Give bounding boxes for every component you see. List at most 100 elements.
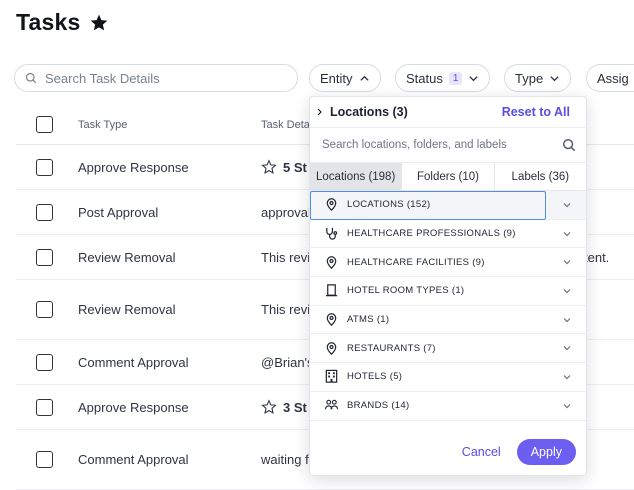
dropdown-item-label: RESTAURANTS (7)	[347, 342, 436, 354]
chevron-down-icon[interactable]	[562, 372, 572, 382]
dropdown-item-hotels[interactable]: HOTELS (5)	[310, 363, 586, 392]
row-checkbox[interactable]	[36, 451, 53, 468]
entity-filter-label: Entity	[320, 70, 353, 86]
pin-icon	[324, 255, 339, 270]
search-icon	[562, 138, 576, 152]
search-task-input[interactable]	[45, 70, 285, 86]
assignee-filter-label: Assig	[597, 70, 629, 86]
task-type-cell: Comment Approval	[78, 354, 189, 370]
dropdown-item-label: LOCATIONS (152)	[347, 199, 431, 211]
task-detail-cell: waiting f	[261, 452, 309, 467]
row-checkbox[interactable]	[36, 158, 53, 176]
building-icon	[324, 369, 339, 384]
chevron-down-icon[interactable]	[562, 257, 572, 267]
dropdown-item-atms[interactable]: ATMS (1)	[310, 306, 586, 335]
task-detail-text: This revi	[261, 302, 311, 317]
dropdown-search[interactable]	[310, 127, 586, 163]
task-detail-text: approval	[261, 204, 311, 220]
dropdown-item-healthcare-professionals[interactable]: HEALTHCARE PROFESSIONALS (9)	[310, 220, 586, 249]
dropdown-list: LOCATIONS (152) HEALTHCARE PROFESSIONALS …	[310, 191, 586, 421]
pin-icon	[324, 341, 339, 356]
task-detail-cell: 5 St	[261, 159, 307, 175]
task-detail-text: waiting f	[261, 452, 309, 467]
chevron-down-icon[interactable]	[562, 229, 572, 239]
tab-folders[interactable]: Folders (10)	[402, 163, 495, 190]
task-type-cell: Approve Response	[78, 159, 189, 175]
task-detail-text: @Brian's	[261, 354, 314, 370]
breadcrumb[interactable]: Locations (3)	[316, 105, 408, 119]
breadcrumb-label: Locations (3)	[330, 105, 408, 119]
cancel-button[interactable]: Cancel	[456, 445, 507, 459]
dropdown-item-locations[interactable]: LOCATIONS (152)	[310, 191, 586, 220]
tab-locations[interactable]: Locations (198)	[310, 163, 403, 190]
task-detail-cell: 3 St	[261, 399, 307, 415]
dropdown-item-label: BRANDS (14)	[347, 400, 410, 412]
dropdown-item-label: HEALTHCARE PROFESSIONALS (9)	[347, 228, 516, 240]
header-task-details: Task Deta	[261, 118, 310, 131]
dropdown-item-label: HOTELS (5)	[347, 371, 403, 383]
status-filter-label: Status	[406, 70, 443, 86]
pin-icon	[324, 312, 339, 327]
type-filter-label: Type	[515, 70, 544, 86]
task-detail-cell: approval	[261, 205, 311, 220]
task-type-cell: Approve Response	[78, 399, 189, 415]
row-checkbox[interactable]	[36, 353, 53, 371]
chevron-down-icon[interactable]	[562, 286, 572, 296]
dropdown-item-label: HOTEL ROOM TYPES (1)	[347, 285, 465, 297]
row-checkbox[interactable]	[36, 398, 53, 416]
dropdown-item-hotel-room-types[interactable]: HOTEL ROOM TYPES (1)	[310, 277, 586, 306]
header-task-type: Task Type	[78, 118, 128, 131]
task-detail-cell: This revi	[261, 250, 310, 265]
dropdown-tabs: Locations (198) Folders (10) Labels (36)	[310, 163, 586, 191]
chevron-up-icon	[359, 75, 369, 81]
dropdown-header: Locations (3) Reset to All	[310, 97, 586, 127]
entity-filter[interactable]: Entity	[309, 64, 381, 92]
search-icon	[25, 72, 37, 84]
task-detail-cell: @Brian's	[261, 355, 314, 370]
chevron-down-icon[interactable]	[562, 343, 572, 353]
apply-button[interactable]: Apply	[516, 439, 576, 465]
star-outline-icon	[261, 399, 277, 414]
door-icon	[324, 283, 339, 298]
people-icon	[324, 398, 339, 413]
page-title: Tasks	[16, 9, 109, 36]
dropdown-item-label: HEALTHCARE FACILITIES (9)	[347, 256, 485, 268]
assignee-filter[interactable]: Assig	[586, 64, 634, 92]
dropdown-search-input[interactable]	[322, 139, 542, 151]
task-detail-text: This revi	[261, 249, 311, 265]
dropdown-footer: Cancel Apply	[310, 429, 586, 475]
select-all-checkbox[interactable]	[36, 116, 53, 133]
status-count-badge: 1	[448, 71, 463, 85]
chevron-down-icon	[550, 75, 559, 81]
dropdown-item-label: ATMS (1)	[347, 314, 390, 326]
chevron-right-icon	[317, 108, 322, 116]
task-detail-overflow-text: tent.	[584, 249, 610, 265]
task-type-cell: Post Approval	[78, 204, 159, 220]
dropdown-item-restaurants[interactable]: RESTAURANTS (7)	[310, 334, 586, 364]
stethoscope-icon	[324, 226, 339, 241]
dropdown-item-brands[interactable]: BRANDS (14)	[310, 392, 586, 421]
star-outline-icon	[261, 159, 277, 174]
search-task-input-wrapper[interactable]	[14, 64, 298, 92]
star-icon[interactable]	[89, 13, 109, 33]
type-filter[interactable]: Type	[504, 64, 572, 92]
chevron-down-icon	[469, 75, 479, 81]
row-checkbox[interactable]	[36, 203, 53, 221]
task-detail-text: 3 St	[283, 399, 307, 415]
task-type-cell: Comment Approval	[78, 452, 189, 467]
task-detail-cell: This revi	[261, 302, 310, 317]
chevron-down-icon[interactable]	[562, 315, 572, 325]
pin-icon	[324, 197, 339, 212]
task-type-cell: Review Removal	[78, 302, 176, 317]
page-title-text: Tasks	[16, 9, 81, 35]
row-checkbox[interactable]	[36, 301, 53, 318]
dropdown-item-healthcare-facilities[interactable]: HEALTHCARE FACILITIES (9)	[310, 248, 586, 278]
tab-labels[interactable]: Labels (36)	[495, 163, 586, 190]
row-checkbox[interactable]	[36, 248, 53, 266]
chevron-down-icon[interactable]	[562, 200, 572, 210]
task-detail-text: 5 St	[283, 159, 307, 175]
reset-to-all-button[interactable]: Reset to All	[502, 105, 570, 119]
chevron-down-icon[interactable]	[562, 401, 572, 411]
entity-dropdown: Locations (3) Reset to All Locations (19…	[309, 96, 587, 476]
status-filter[interactable]: Status 1	[395, 64, 491, 92]
